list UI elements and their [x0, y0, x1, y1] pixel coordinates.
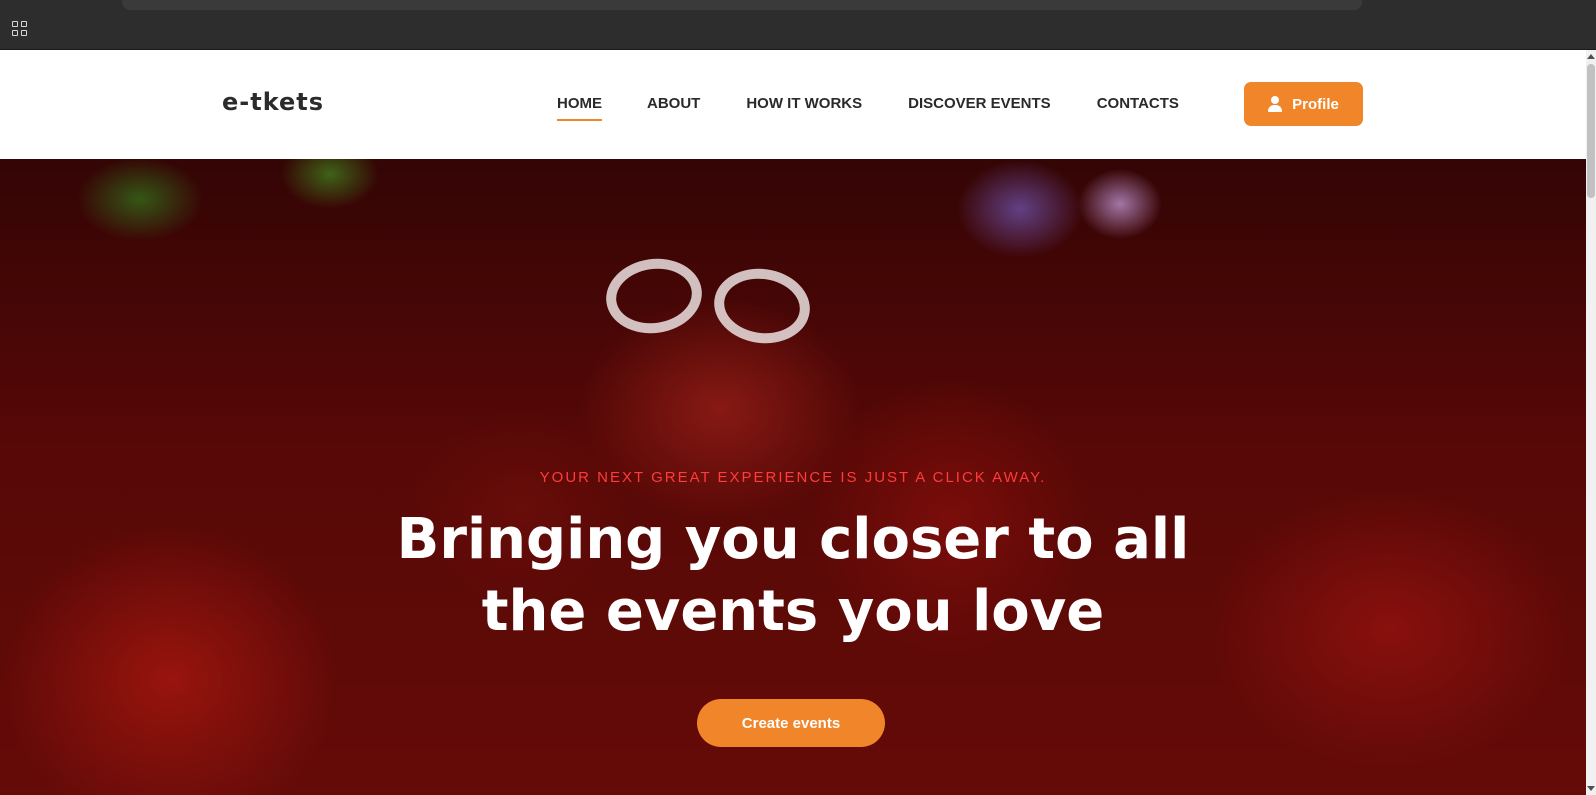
profile-button[interactable]: Profile	[1244, 82, 1363, 126]
hero-tagline: YOUR NEXT GREAT EXPERIENCE IS JUST A CLI…	[539, 469, 1047, 486]
user-icon	[1268, 96, 1283, 112]
page-scrollbar[interactable]	[1586, 50, 1596, 795]
hero-section: YOUR NEXT GREAT EXPERIENCE IS JUST A CLI…	[0, 159, 1586, 795]
scroll-up-arrow-icon[interactable]	[1587, 54, 1595, 59]
site-logo[interactable]: e-tkets	[222, 88, 324, 116]
main-nav: HOME ABOUT HOW IT WORKS DISCOVER EVENTS …	[557, 95, 1179, 121]
nav-item-contacts[interactable]: CONTACTS	[1097, 95, 1179, 120]
browser-toolbar	[0, 0, 1596, 50]
create-events-button[interactable]: Create events	[697, 699, 885, 747]
hero-content: YOUR NEXT GREAT EXPERIENCE IS JUST A CLI…	[0, 159, 1586, 795]
nav-item-about[interactable]: ABOUT	[647, 95, 700, 120]
profile-button-label: Profile	[1292, 95, 1339, 113]
nav-item-discover-events[interactable]: DISCOVER EVENTS	[908, 95, 1051, 120]
scroll-down-arrow-icon[interactable]	[1587, 786, 1595, 791]
page-viewport: e-tkets HOME ABOUT HOW IT WORKS DISCOVER…	[0, 50, 1596, 795]
site-header: e-tkets HOME ABOUT HOW IT WORKS DISCOVER…	[0, 50, 1586, 159]
scroll-thumb[interactable]	[1587, 64, 1595, 198]
apps-grid-icon[interactable]	[12, 21, 27, 36]
hero-headline: Bringing you closer to all the events yo…	[396, 507, 1190, 644]
nav-item-home[interactable]: HOME	[557, 95, 602, 121]
nav-item-how-it-works[interactable]: HOW IT WORKS	[746, 95, 862, 120]
address-bar-edge[interactable]	[122, 0, 1362, 10]
